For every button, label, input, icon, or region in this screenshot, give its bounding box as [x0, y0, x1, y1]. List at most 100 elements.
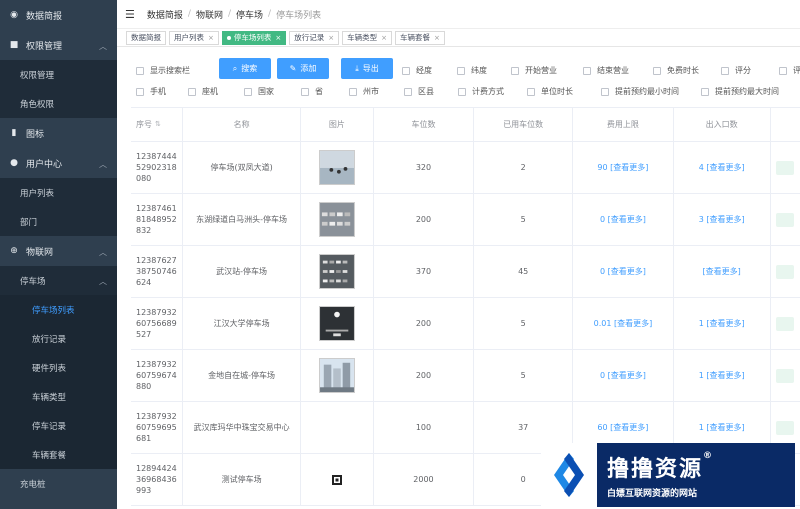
tag-vehicle-package[interactable]: 车辆套餐 × [395, 30, 445, 45]
view-more-link[interactable]: [查看更多] [706, 214, 744, 225]
parking-photo-thumbnail[interactable] [318, 202, 355, 237]
action-chip[interactable] [776, 160, 795, 175]
checkbox-box[interactable] [511, 66, 519, 75]
tag-vehicle-type[interactable]: 车辆类型 × [342, 30, 392, 45]
view-more-link[interactable]: [查看更多] [608, 214, 646, 225]
hamburger-menu-icon[interactable]: ☰ [125, 8, 135, 21]
watermark-banner: 撸撸资源® 白嫖互联网资源的网站 [541, 443, 795, 507]
checkbox-box[interactable] [721, 66, 729, 75]
checkbox-box[interactable] [136, 66, 144, 75]
column-toggle-longitude[interactable]: 经度 [402, 65, 432, 76]
sidebar-item-permission[interactable]: ■ 权限管理 ︿ [0, 30, 117, 60]
column-toggle-city[interactable]: 州市 [349, 86, 379, 97]
parking-photo-thumbnail[interactable] [318, 306, 355, 341]
close-icon[interactable]: × [434, 34, 440, 42]
view-more-link[interactable]: [查看更多] [614, 318, 652, 329]
column-toggle-rating[interactable]: 评分 [721, 65, 751, 76]
sidebar-subitem-vehicle-type[interactable]: 车辆类型 [0, 382, 117, 411]
add-button[interactable]: ✎ 添加 [277, 58, 329, 79]
action-chip[interactable] [776, 420, 795, 435]
column-toggle-province[interactable]: 省 [301, 86, 323, 97]
checkbox-box[interactable] [583, 66, 591, 75]
tag-data-brief[interactable]: 数据简报 [126, 30, 166, 45]
column-toggle-open-time[interactable]: 开始营业 [511, 65, 557, 76]
sidebar-subitem-role-permission[interactable]: 角色权限 [0, 89, 117, 118]
column-toggle-phone[interactable]: 手机 [136, 86, 166, 97]
action-chip[interactable] [776, 368, 795, 383]
close-icon[interactable]: × [381, 34, 387, 42]
sidebar-subitem-user-list[interactable]: 用户列表 [0, 178, 117, 207]
cell-spots: 370 [374, 246, 475, 297]
checkbox-box[interactable] [188, 87, 196, 96]
sidebar-item-user-center[interactable]: ● 用户中心 ︿ [0, 148, 117, 178]
column-toggle-latitude[interactable]: 纬度 [457, 65, 487, 76]
breadcrumb-item[interactable]: 停车场 [236, 8, 263, 21]
qr-code-thumbnail[interactable] [331, 474, 342, 485]
search-button[interactable]: ⌕ 搜索 [219, 58, 271, 79]
sidebar-subitem-charging-pile[interactable]: 充电桩 [0, 469, 117, 498]
checkbox-box[interactable] [653, 66, 661, 75]
column-toggle-district[interactable]: 区县 [404, 86, 434, 97]
view-more-link[interactable]: [查看更多] [610, 422, 648, 433]
sidebar-subitem-department[interactable]: 部门 [0, 207, 117, 236]
action-chip[interactable] [776, 264, 795, 279]
view-more-link[interactable]: [查看更多] [706, 162, 744, 173]
parking-photo-thumbnail[interactable] [318, 358, 355, 393]
tag-release-records[interactable]: 放行记录 × [289, 30, 340, 45]
sidebar-subitem-parking[interactable]: 停车场 ︿ [0, 266, 117, 295]
column-toggle-unit-duration[interactable]: 单位时长 [527, 86, 573, 97]
column-header-id[interactable]: 序号 ⇅ [131, 108, 183, 141]
column-toggle-country[interactable]: 国家 [244, 86, 274, 97]
column-toggle-landline[interactable]: 座机 [188, 86, 218, 97]
checkbox-box[interactable] [701, 87, 709, 96]
export-button[interactable]: ⤓ 导出 [341, 58, 393, 79]
show-search-checkbox[interactable]: 显示搜索栏 [136, 65, 190, 76]
parking-photo-thumbnail[interactable] [318, 150, 355, 185]
sidebar-item-data-brief[interactable]: ◉ 数据简报 [0, 0, 117, 30]
column-toggle-billing-method[interactable]: 计费方式 [458, 86, 504, 97]
view-more-link[interactable]: [查看更多] [608, 266, 646, 277]
breadcrumb-item[interactable]: 数据简报 [147, 8, 183, 21]
checkbox-box[interactable] [244, 87, 252, 96]
close-icon[interactable]: × [328, 34, 334, 42]
view-more-link[interactable]: [查看更多] [706, 422, 744, 433]
tag-parking-list[interactable]: 停车场列表 × [221, 30, 287, 45]
sidebar-subitem-hardware-list[interactable]: 硬件列表 [0, 353, 117, 382]
column-toggle-min-reserve[interactable]: 提前预约最小时间 [601, 86, 679, 97]
header-label: 已用车位数 [503, 120, 544, 129]
sidebar-subitem-release-records[interactable]: 放行记录 [0, 324, 117, 353]
action-chip[interactable] [776, 316, 795, 331]
action-chip[interactable] [776, 212, 795, 227]
checkbox-box[interactable] [301, 87, 309, 96]
checkbox-box[interactable] [458, 87, 466, 96]
sidebar-subitem-vehicle-package[interactable]: 车辆套餐 [0, 440, 117, 469]
column-toggle-comment[interactable]: 评 [779, 65, 800, 76]
view-more-link[interactable]: [查看更多] [706, 370, 744, 381]
sort-icon[interactable]: ⇅ [155, 119, 161, 130]
column-toggle-free-duration[interactable]: 免费时长 [653, 65, 699, 76]
view-more-link[interactable]: [查看更多] [610, 162, 648, 173]
parking-photo-thumbnail[interactable] [318, 254, 355, 289]
sidebar-item-iot[interactable]: ⊕ 物联网 ︿ [0, 236, 117, 266]
sidebar-subitem-parking-list[interactable]: 停车场列表 [0, 295, 117, 324]
checkbox-box[interactable] [527, 87, 535, 96]
sidebar-item-icons[interactable]: ▮ 图标 [0, 118, 117, 148]
checkbox-box[interactable] [601, 87, 609, 96]
sidebar-subitem-permission-manage[interactable]: 权限管理 [0, 60, 117, 89]
close-icon[interactable]: × [275, 34, 281, 42]
checkbox-box[interactable] [404, 87, 412, 96]
checkbox-box[interactable] [779, 66, 787, 75]
view-more-link[interactable]: [查看更多] [608, 370, 646, 381]
checkbox-box[interactable] [457, 66, 465, 75]
sidebar-subitem-parking-records[interactable]: 停车记录 [0, 411, 117, 440]
view-more-link[interactable]: [查看更多] [703, 266, 741, 277]
tag-user-list[interactable]: 用户列表 × [169, 30, 219, 45]
close-icon[interactable]: × [208, 34, 214, 42]
column-toggle-close-time[interactable]: 结束营业 [583, 65, 629, 76]
checkbox-box[interactable] [349, 87, 357, 96]
breadcrumb-item[interactable]: 物联网 [196, 8, 223, 21]
view-more-link[interactable]: [查看更多] [706, 318, 744, 329]
checkbox-box[interactable] [402, 66, 410, 75]
column-toggle-max-reserve[interactable]: 提前预约最大时间 [701, 86, 779, 97]
checkbox-box[interactable] [136, 87, 144, 96]
